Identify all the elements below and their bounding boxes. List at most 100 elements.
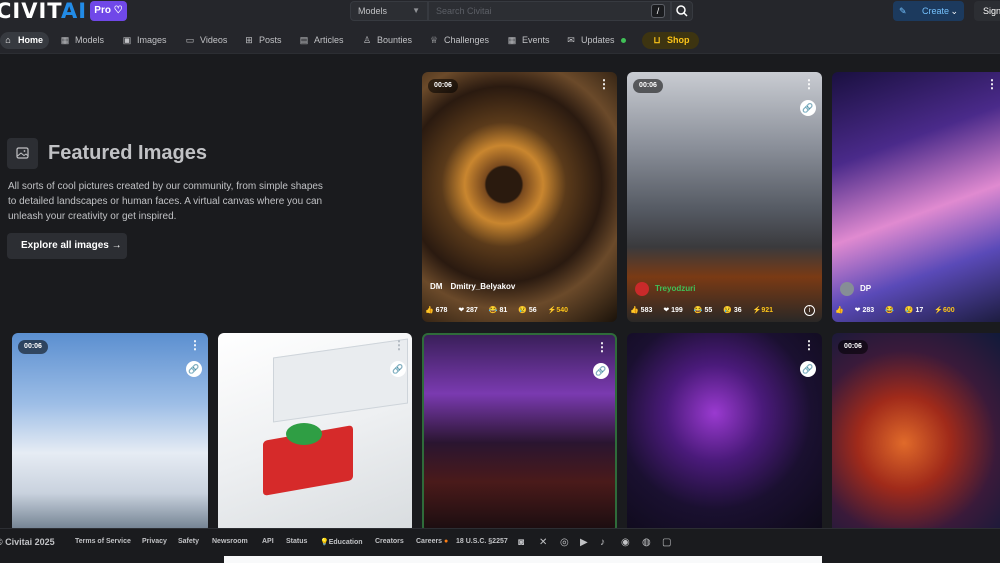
civitai-logo[interactable]: CIVITAI — [0, 0, 87, 22]
lego-brick-green — [286, 423, 322, 445]
image-card[interactable]: 00:06 ⋮ 🔗 Treyodzuri 👍 583 ❤ 199 😂 55 😢 … — [627, 72, 822, 322]
pro-badge[interactable]: Pro ♡ — [90, 1, 127, 21]
instagram-icon[interactable]: ◎ — [560, 537, 569, 548]
image-card[interactable]: ⋮ 🔗 — [218, 333, 412, 533]
buzz-tip[interactable]: ⚡921 — [753, 307, 773, 314]
nav-videos[interactable]: ▭ Videos — [184, 32, 228, 49]
heart-reaction[interactable]: ❤ 283 — [855, 307, 875, 314]
creator-name: Treyodzuri — [655, 284, 696, 294]
copyright: © Civitai 2025 — [0, 537, 55, 547]
nav-bounties[interactable]: ♙ Bounties — [361, 32, 412, 49]
footer-link-terms[interactable]: Terms of Service — [75, 538, 131, 545]
more-options-icon[interactable]: ⋮ — [596, 341, 608, 353]
create-button[interactable]: ✎ Create ⌄ — [893, 1, 964, 21]
footer-link-status[interactable]: Status — [286, 538, 307, 545]
like-reaction[interactable]: 👍 583 — [630, 307, 652, 314]
more-options-icon[interactable]: ⋮ — [598, 78, 610, 90]
video-duration-badge: 00:06 — [18, 340, 48, 354]
footer-link-2257[interactable]: 18 U.S.C. §2257 — [456, 538, 508, 545]
laugh-reaction[interactable]: 😂 55 — [694, 307, 712, 314]
video-duration-badge: 00:06 — [428, 79, 458, 93]
gift-icon: ✉ — [567, 35, 575, 45]
creator-info[interactable]: Treyodzuri — [635, 282, 695, 296]
tiktok-icon[interactable]: ♪ — [600, 537, 605, 548]
chat-icon[interactable]: ▢ — [662, 537, 671, 548]
link-icon[interactable]: 🔗 — [800, 100, 816, 116]
image-card[interactable]: 00:06 — [832, 333, 1000, 533]
link-icon[interactable]: 🔗 — [390, 361, 406, 377]
cry-reaction[interactable]: 😢 56 — [518, 307, 536, 314]
search-category-select[interactable]: Models ▼ — [350, 1, 428, 21]
heart-reaction[interactable]: ❤ 287 — [458, 307, 478, 314]
link-icon[interactable]: 🔗 — [186, 361, 202, 377]
nav-posts[interactable]: ⊞ Posts — [243, 32, 281, 49]
search-shortcut-hint: / — [651, 4, 665, 18]
more-options-icon[interactable]: ⋮ — [803, 339, 815, 351]
main-nav: ⌂ Home ▦ Models ▣ Images ▭ Videos ⊞ Posts ▤ Ar… — [0, 26, 1000, 54]
reddit-icon[interactable]: ◉ — [621, 537, 630, 548]
cry-reaction[interactable]: 😢 17 — [905, 307, 923, 314]
nav-models[interactable]: ▦ Models — [59, 32, 104, 49]
discord-icon[interactable]: ◙ — [518, 537, 524, 548]
footer-link-privacy[interactable]: Privacy — [142, 538, 167, 545]
image-card[interactable]: ⋮ 🔗 — [627, 333, 822, 533]
video-icon: ▭ — [185, 35, 195, 45]
reaction-bar: 👍 678 ❤ 287 😂 81 😢 56 ⚡540 — [425, 301, 577, 321]
cry-reaction[interactable]: 😢 36 — [723, 307, 741, 314]
heart-reaction[interactable]: ❤ 199 — [663, 307, 683, 314]
ad-banner[interactable] — [224, 556, 822, 563]
nav-events[interactable]: ▦ Events — [506, 32, 550, 49]
search-icon — [676, 5, 688, 17]
like-reaction[interactable]: 👍 — [835, 307, 844, 314]
footer-link-careers[interactable]: Careers ● — [416, 538, 448, 545]
footer-link-creators[interactable]: Creators — [375, 538, 404, 545]
link-icon[interactable]: 🔗 — [593, 363, 609, 379]
nav-updates[interactable]: ✉ Updates — [565, 32, 626, 49]
buzz-tip[interactable]: ⚡540 — [548, 307, 568, 314]
link-icon[interactable]: 🔗 — [800, 361, 816, 377]
nav-challenges[interactable]: ♕ Challenges — [428, 32, 489, 49]
image-card[interactable]: 00:06 ⋮ DM Dmitry_Belyakov 👍 678 ❤ 287 😂 … — [422, 72, 617, 322]
create-label: Create — [922, 6, 950, 16]
nav-home[interactable]: ⌂ Home — [0, 32, 50, 49]
more-options-icon[interactable]: ⋮ — [986, 78, 998, 90]
footer-link-api[interactable]: API — [262, 538, 274, 545]
laugh-reaction[interactable]: 😂 — [885, 307, 894, 314]
buzz-tip[interactable]: ⚡600 — [934, 307, 954, 314]
search-category-value: Models — [358, 6, 388, 16]
youtube-icon[interactable]: ▶ — [580, 537, 588, 548]
creator-info[interactable]: DP — [840, 282, 871, 296]
video-duration-badge: 00:06 — [633, 79, 663, 93]
creator-name: DP — [860, 284, 872, 294]
nav-articles[interactable]: ▤ Articles — [298, 32, 344, 49]
x-icon[interactable]: ✕ — [539, 537, 547, 548]
nav-shop[interactable]: ⊔ Shop — [642, 32, 699, 49]
sign-in-button[interactable]: Sign — [974, 1, 1000, 21]
like-reaction[interactable]: 👍 678 — [425, 307, 447, 314]
footer-link-safety[interactable]: Safety — [178, 538, 199, 545]
reaction-bar: 👍 ❤ 283 😂 😢 17 ⚡600 — [835, 301, 964, 321]
shopping-bag-icon: ⊔ — [653, 35, 661, 45]
search-button[interactable] — [671, 1, 693, 21]
more-options-icon[interactable]: ⋮ — [393, 339, 405, 351]
chevron-down-icon: ⌄ — [950, 6, 958, 16]
more-options-icon[interactable]: ⋮ — [803, 78, 815, 90]
featured-images-icon — [7, 138, 38, 169]
explore-all-images-button[interactable]: Explore all images → — [7, 233, 127, 259]
laugh-reaction[interactable]: 😂 81 — [489, 307, 507, 314]
footer-link-newsroom[interactable]: Newsroom — [212, 538, 248, 545]
brush-icon: ✎ — [899, 6, 907, 16]
creator-name: Dmitry_Belyakov — [450, 282, 516, 291]
article-icon: ▤ — [299, 35, 309, 45]
github-icon[interactable]: ◍ — [642, 537, 651, 548]
image-card[interactable]: ⋮ DP 👍 ❤ 283 😂 😢 17 ⚡600 — [832, 72, 1000, 322]
image-card[interactable]: ⋮ 🔗 — [422, 333, 617, 533]
info-icon[interactable]: i — [804, 305, 815, 316]
creator-info[interactable]: DM Dmitry_Belyakov — [430, 282, 515, 291]
search-input[interactable]: Search Civitai — [428, 1, 671, 21]
image-card[interactable]: 00:06 ⋮ 🔗 — [12, 333, 208, 533]
nav-images[interactable]: ▣ Images — [121, 32, 167, 49]
hero-description: All sorts of cool pictures created by ou… — [8, 181, 323, 222]
footer-link-education[interactable]: 💡Education — [320, 538, 363, 546]
more-options-icon[interactable]: ⋮ — [189, 339, 201, 351]
